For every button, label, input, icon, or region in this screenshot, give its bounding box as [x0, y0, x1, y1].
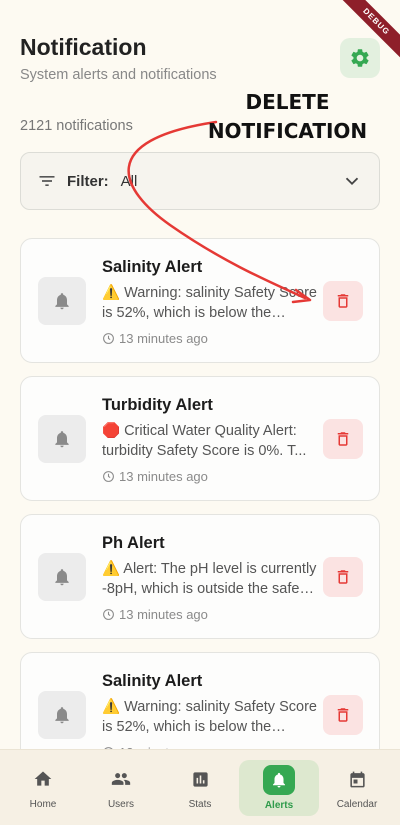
nav-item-calendar[interactable]: Calendar [317, 760, 397, 816]
annotation-line-2: NOTIFICATION [207, 119, 368, 143]
filter-value: All [120, 172, 138, 190]
bottom-nav: Home Users Stats Alerts Calendar [0, 749, 400, 825]
clock-icon [103, 609, 114, 620]
nav-item-stats[interactable]: Stats [160, 760, 240, 816]
notification-message: ⚠️ Alert: The pH level is currently -8pH… [102, 561, 317, 597]
page-title: Notification [20, 34, 147, 60]
delete-button[interactable] [323, 695, 363, 735]
notification-time-text: 13 minutes ago [119, 331, 208, 346]
trash-icon [337, 294, 349, 308]
filter-label: Filter: [67, 172, 109, 190]
card-bell-box [38, 691, 86, 739]
nav-label: Users [107, 799, 135, 810]
nav-item-home[interactable]: Home [3, 760, 83, 816]
calendar-icon [348, 766, 367, 792]
delete-button[interactable] [323, 419, 363, 459]
notification-time-text: 13 minutes ago [119, 469, 208, 484]
notification-time: 13 minutes ago [102, 607, 208, 622]
page-header: Notification System alerts and notificat… [20, 34, 217, 83]
notification-count: 2121 notifications [20, 118, 133, 134]
nav-item-users[interactable]: Users [81, 760, 161, 816]
stats-icon [191, 766, 210, 792]
bell-icon [55, 431, 69, 448]
settings-button[interactable] [340, 38, 380, 78]
trash-icon [337, 708, 349, 722]
clock-icon [103, 471, 114, 482]
nav-label: Calendar [336, 799, 378, 810]
notification-message: 🛑 Critical Water Quality Alert: turbidit… [102, 423, 307, 459]
notification-message: ⚠️ Warning: salinity Safety Score is 52%… [102, 699, 317, 735]
nav-label: Alerts [264, 800, 294, 811]
notification-card[interactable]: Turbidity Alert 🛑 Critical Water Quality… [20, 376, 380, 501]
card-bell-box [38, 415, 86, 463]
delete-annotation: DELETE NOTIFICATION [200, 88, 375, 146]
chevron-down-icon [345, 177, 359, 186]
notification-message: ⚠️ Warning: salinity Safety Score is 52%… [102, 285, 317, 321]
notification-title: Salinity Alert [102, 672, 203, 690]
annotation-line-1: DELETE [245, 90, 330, 114]
trash-icon [337, 432, 349, 446]
notification-title: Ph Alert [102, 534, 165, 552]
gear-icon [351, 49, 369, 67]
nav-label: Home [29, 799, 57, 810]
notification-time: 13 minutes ago [102, 469, 208, 484]
filter-dropdown[interactable]: Filter: All [20, 152, 380, 210]
notification-card[interactable]: Salinity Alert ⚠️ Warning: salinity Safe… [20, 238, 380, 363]
nav-label: Stats [188, 799, 212, 810]
notification-time: 13 minutes ago [102, 331, 208, 346]
notification-card[interactable]: Ph Alert ⚠️ Alert: The pH level is curre… [20, 514, 380, 639]
users-icon [110, 766, 132, 792]
home-icon [33, 766, 53, 792]
card-bell-box [38, 553, 86, 601]
card-bell-box [38, 277, 86, 325]
bell-icon [55, 293, 69, 310]
trash-icon [337, 570, 349, 584]
page-subtitle: System alerts and notifications [20, 67, 217, 83]
delete-button[interactable] [323, 557, 363, 597]
delete-button[interactable] [323, 281, 363, 321]
bell-icon [55, 707, 69, 724]
bell-icon [55, 569, 69, 586]
notification-time-text: 13 minutes ago [119, 607, 208, 622]
nav-item-alerts[interactable]: Alerts [239, 760, 319, 816]
clock-icon [103, 333, 114, 344]
notification-title: Turbidity Alert [102, 396, 213, 414]
notification-title: Salinity Alert [102, 258, 203, 276]
bell-icon [263, 765, 295, 795]
filter-icon [39, 176, 55, 186]
